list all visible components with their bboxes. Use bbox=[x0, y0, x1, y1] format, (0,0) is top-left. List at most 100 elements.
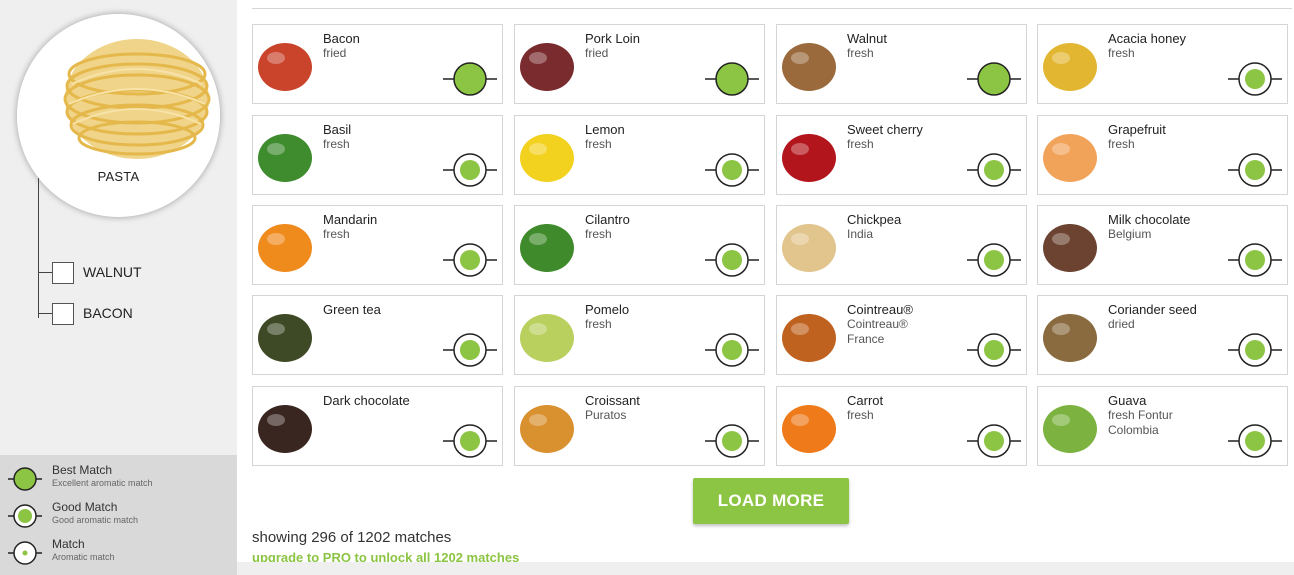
match-legend: Best Match Excellent aromatic match Good… bbox=[0, 455, 237, 575]
tree-branch bbox=[38, 272, 52, 273]
good-match-icon bbox=[1228, 333, 1282, 367]
ingredient-card[interactable]: Croissant Puratos bbox=[514, 386, 765, 466]
ingredient-detail: France bbox=[847, 332, 885, 346]
good-match-icon bbox=[1228, 243, 1282, 277]
load-more-button[interactable]: LOAD MORE bbox=[693, 478, 849, 524]
lemon-icon bbox=[516, 122, 578, 188]
best-match-icon bbox=[967, 62, 1021, 96]
green-tea-icon bbox=[254, 302, 316, 368]
ingredient-card[interactable]: Basil fresh bbox=[252, 115, 503, 195]
ingredient-name: Cointreau® bbox=[847, 302, 913, 317]
ingredient-card[interactable]: Cointreau® Cointreau® France bbox=[776, 295, 1027, 375]
ingredient-card[interactable]: Pork Loin fried bbox=[514, 24, 765, 104]
ingredient-name: Green tea bbox=[323, 302, 381, 317]
ingredient-detail: fried bbox=[323, 46, 347, 60]
good-match-icon bbox=[705, 333, 759, 367]
ingredient-card[interactable]: Bacon fried bbox=[252, 24, 503, 104]
good-match-icon bbox=[443, 243, 497, 277]
chickpea-icon bbox=[778, 212, 840, 278]
good-match-icon bbox=[705, 153, 759, 187]
legend-title: Match bbox=[52, 537, 85, 551]
sidebar: PASTA WALNUT BACON Best Match Excellent … bbox=[0, 0, 237, 575]
good-match-icon bbox=[1228, 153, 1282, 187]
ingredient-name: Dark chocolate bbox=[323, 393, 410, 408]
coriander-seed-icon bbox=[1039, 302, 1101, 368]
good-match-icon bbox=[967, 424, 1021, 458]
ingredient-detail: fresh bbox=[323, 227, 350, 241]
cilantro-icon bbox=[516, 212, 578, 278]
ingredient-detail: Puratos bbox=[585, 408, 627, 422]
ingredient-card[interactable]: Walnut fresh bbox=[776, 24, 1027, 104]
ingredient-name: Pork Loin bbox=[585, 31, 640, 46]
ingredient-card[interactable]: Guava fresh Fontur Colombia bbox=[1037, 386, 1288, 466]
mandarin-icon bbox=[254, 212, 316, 278]
ingredient-detail: fresh bbox=[585, 137, 612, 151]
ingredient-detail: fresh Fontur bbox=[1108, 408, 1173, 422]
ingredient-detail: fried bbox=[585, 46, 609, 60]
ingredient-detail: Colombia bbox=[1108, 423, 1159, 437]
ingredient-name: Cilantro bbox=[585, 212, 630, 227]
ingredient-detail: India bbox=[847, 227, 874, 241]
ingredient-name: Guava bbox=[1108, 393, 1147, 408]
divider bbox=[252, 8, 1292, 9]
tree-branch bbox=[38, 313, 52, 314]
good-match-icon bbox=[705, 424, 759, 458]
dark-chocolate-icon bbox=[254, 393, 316, 459]
good-match-icon bbox=[1228, 62, 1282, 96]
ingredient-name: Mandarin bbox=[323, 212, 378, 227]
ingredient-card[interactable]: Grapefruit fresh bbox=[1037, 115, 1288, 195]
ingredient-detail: fresh bbox=[847, 137, 874, 151]
ingredient-card[interactable]: Dark chocolate bbox=[252, 386, 503, 466]
ingredient-detail: fresh bbox=[1108, 46, 1135, 60]
ingredient-detail: dried bbox=[1108, 317, 1135, 331]
good-match-icon bbox=[443, 424, 497, 458]
guava-icon bbox=[1039, 393, 1101, 459]
pomelo-icon bbox=[516, 302, 578, 368]
ingredient-detail: Cointreau® bbox=[847, 317, 908, 331]
good-match-icon bbox=[705, 243, 759, 277]
legend-desc: Good aromatic match bbox=[52, 515, 139, 525]
ingredient-detail: fresh bbox=[1108, 137, 1135, 151]
chocolate-icon bbox=[1039, 212, 1101, 278]
legend-good-match: Good Match Good aromatic match bbox=[8, 500, 233, 532]
legend-best-match: Best Match Excellent aromatic match bbox=[8, 463, 233, 495]
ingredient-card[interactable]: Coriander seed dried bbox=[1037, 295, 1288, 375]
ingredient-name: Pomelo bbox=[585, 302, 630, 317]
legend-match: Match Aromatic match bbox=[8, 537, 233, 569]
ingredient-card[interactable]: Acacia honey fresh bbox=[1037, 24, 1288, 104]
ingredient-card[interactable]: Green tea bbox=[252, 295, 503, 375]
good-match-icon bbox=[443, 333, 497, 367]
pairing-checkbox-bacon[interactable] bbox=[52, 303, 74, 325]
ingredient-name: Sweet cherry bbox=[847, 122, 923, 137]
ingredient-name: Coriander seed bbox=[1108, 302, 1197, 317]
best-match-icon bbox=[8, 467, 42, 491]
ingredient-name: Lemon bbox=[585, 122, 625, 137]
match-icon bbox=[8, 541, 42, 565]
ingredient-card[interactable]: Chickpea India bbox=[776, 205, 1027, 285]
ingredient-name: Walnut bbox=[847, 31, 887, 46]
tree-connector bbox=[38, 178, 39, 318]
ingredient-card[interactable]: Pomelo fresh bbox=[514, 295, 765, 375]
walnut-icon bbox=[778, 31, 840, 97]
ingredient-name: Acacia honey bbox=[1108, 31, 1187, 46]
ingredient-card[interactable]: Cilantro fresh bbox=[514, 205, 765, 285]
footer-bar bbox=[237, 562, 1294, 575]
ingredient-detail: fresh bbox=[847, 46, 874, 60]
pairing-checkbox-walnut[interactable] bbox=[52, 262, 74, 284]
ingredient-card[interactable]: Milk chocolate Belgium bbox=[1037, 205, 1288, 285]
ingredient-card[interactable]: Lemon fresh bbox=[514, 115, 765, 195]
ingredient-detail: fresh bbox=[585, 317, 612, 331]
ingredient-card[interactable]: Mandarin fresh bbox=[252, 205, 503, 285]
ingredient-card[interactable]: Carrot fresh bbox=[776, 386, 1027, 466]
good-match-icon bbox=[967, 243, 1021, 277]
main-ingredient-circle[interactable]: PASTA bbox=[17, 14, 220, 217]
legend-title: Good Match bbox=[52, 500, 118, 514]
good-match-icon bbox=[443, 153, 497, 187]
good-match-icon bbox=[1228, 424, 1282, 458]
ingredient-name: Chickpea bbox=[847, 212, 902, 227]
match-results: Bacon fried Pork Loin fried Walnut fresh Acaci… bbox=[237, 0, 1294, 575]
ingredient-card[interactable]: Sweet cherry fresh bbox=[776, 115, 1027, 195]
main-ingredient-label: PASTA bbox=[97, 169, 140, 184]
croissant-icon bbox=[516, 393, 578, 459]
best-match-icon bbox=[443, 62, 497, 96]
